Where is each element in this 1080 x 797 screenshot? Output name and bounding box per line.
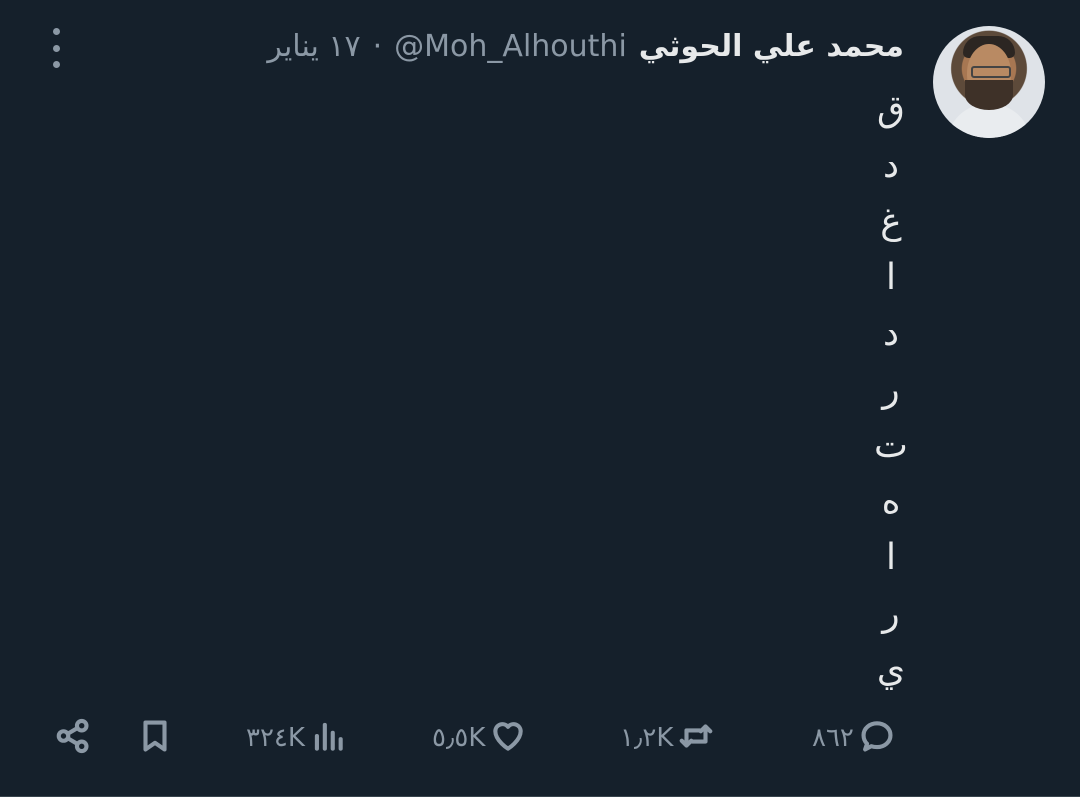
tweet-text-char: غ — [880, 201, 902, 242]
views-button[interactable]: ٣٢٤K — [246, 712, 347, 764]
reply-count: ٨٦٢ — [812, 723, 854, 753]
views-count: ٣٢٤K — [246, 723, 305, 753]
header-separator: · — [372, 28, 383, 64]
share-button[interactable] — [54, 712, 92, 764]
tweet-text-char: ي — [876, 649, 906, 690]
tweet-text-char: ر — [882, 369, 900, 410]
like-button[interactable]: ٥٫٥K — [432, 712, 527, 764]
tweet-text-char: ت — [874, 425, 908, 466]
tweet-header: محمد علي الحوثي @Moh_Alhouthi · ١٧ يناير — [267, 24, 904, 68]
tweet-text-char: ه — [881, 481, 901, 522]
tweet-text-char: ا — [885, 257, 896, 298]
more-vertical-icon-dot — [52, 61, 60, 68]
reply-icon — [858, 717, 896, 759]
like-count: ٥٫٥K — [432, 723, 486, 753]
avatar-beard — [965, 80, 1013, 110]
avatar-glasses — [971, 66, 1011, 78]
retweet-button[interactable]: ١٫٢K — [620, 712, 715, 764]
heart-icon — [489, 717, 527, 759]
author-handle[interactable]: @Moh_Alhouthi — [394, 29, 627, 64]
reply-button[interactable]: ٨٦٢ — [812, 712, 896, 764]
tweet-actions-bar: ٨٦٢ ١٫٢K ٥٫٥K ٣٢٤K — [0, 712, 1080, 764]
more-vertical-icon — [52, 28, 60, 35]
bookmark-button[interactable] — [136, 712, 174, 764]
tweet-text-char: ر — [882, 593, 900, 634]
tweet-text-char: د — [882, 313, 900, 354]
author-avatar[interactable] — [933, 26, 1045, 138]
more-vertical-icon-dot — [52, 44, 60, 52]
views-icon — [309, 717, 347, 759]
tweet-text-char: ا — [885, 537, 896, 578]
more-options-button[interactable] — [44, 28, 68, 68]
tweet-card[interactable]: محمد علي الحوثي @Moh_Alhouthi · ١٧ يناير… — [0, 0, 1080, 797]
share-icon — [54, 717, 92, 759]
retweet-count: ١٫٢K — [620, 723, 674, 753]
tweet-timestamp[interactable]: ١٧ يناير — [267, 29, 360, 64]
tweet-text-char: د — [882, 145, 900, 186]
tweet-text: قدغادرتهاري — [862, 82, 920, 698]
bookmark-icon — [136, 717, 174, 759]
author-display-name[interactable]: محمد علي الحوثي — [639, 29, 904, 64]
retweet-icon — [677, 717, 715, 759]
tweet-text-char: ق — [877, 89, 905, 130]
